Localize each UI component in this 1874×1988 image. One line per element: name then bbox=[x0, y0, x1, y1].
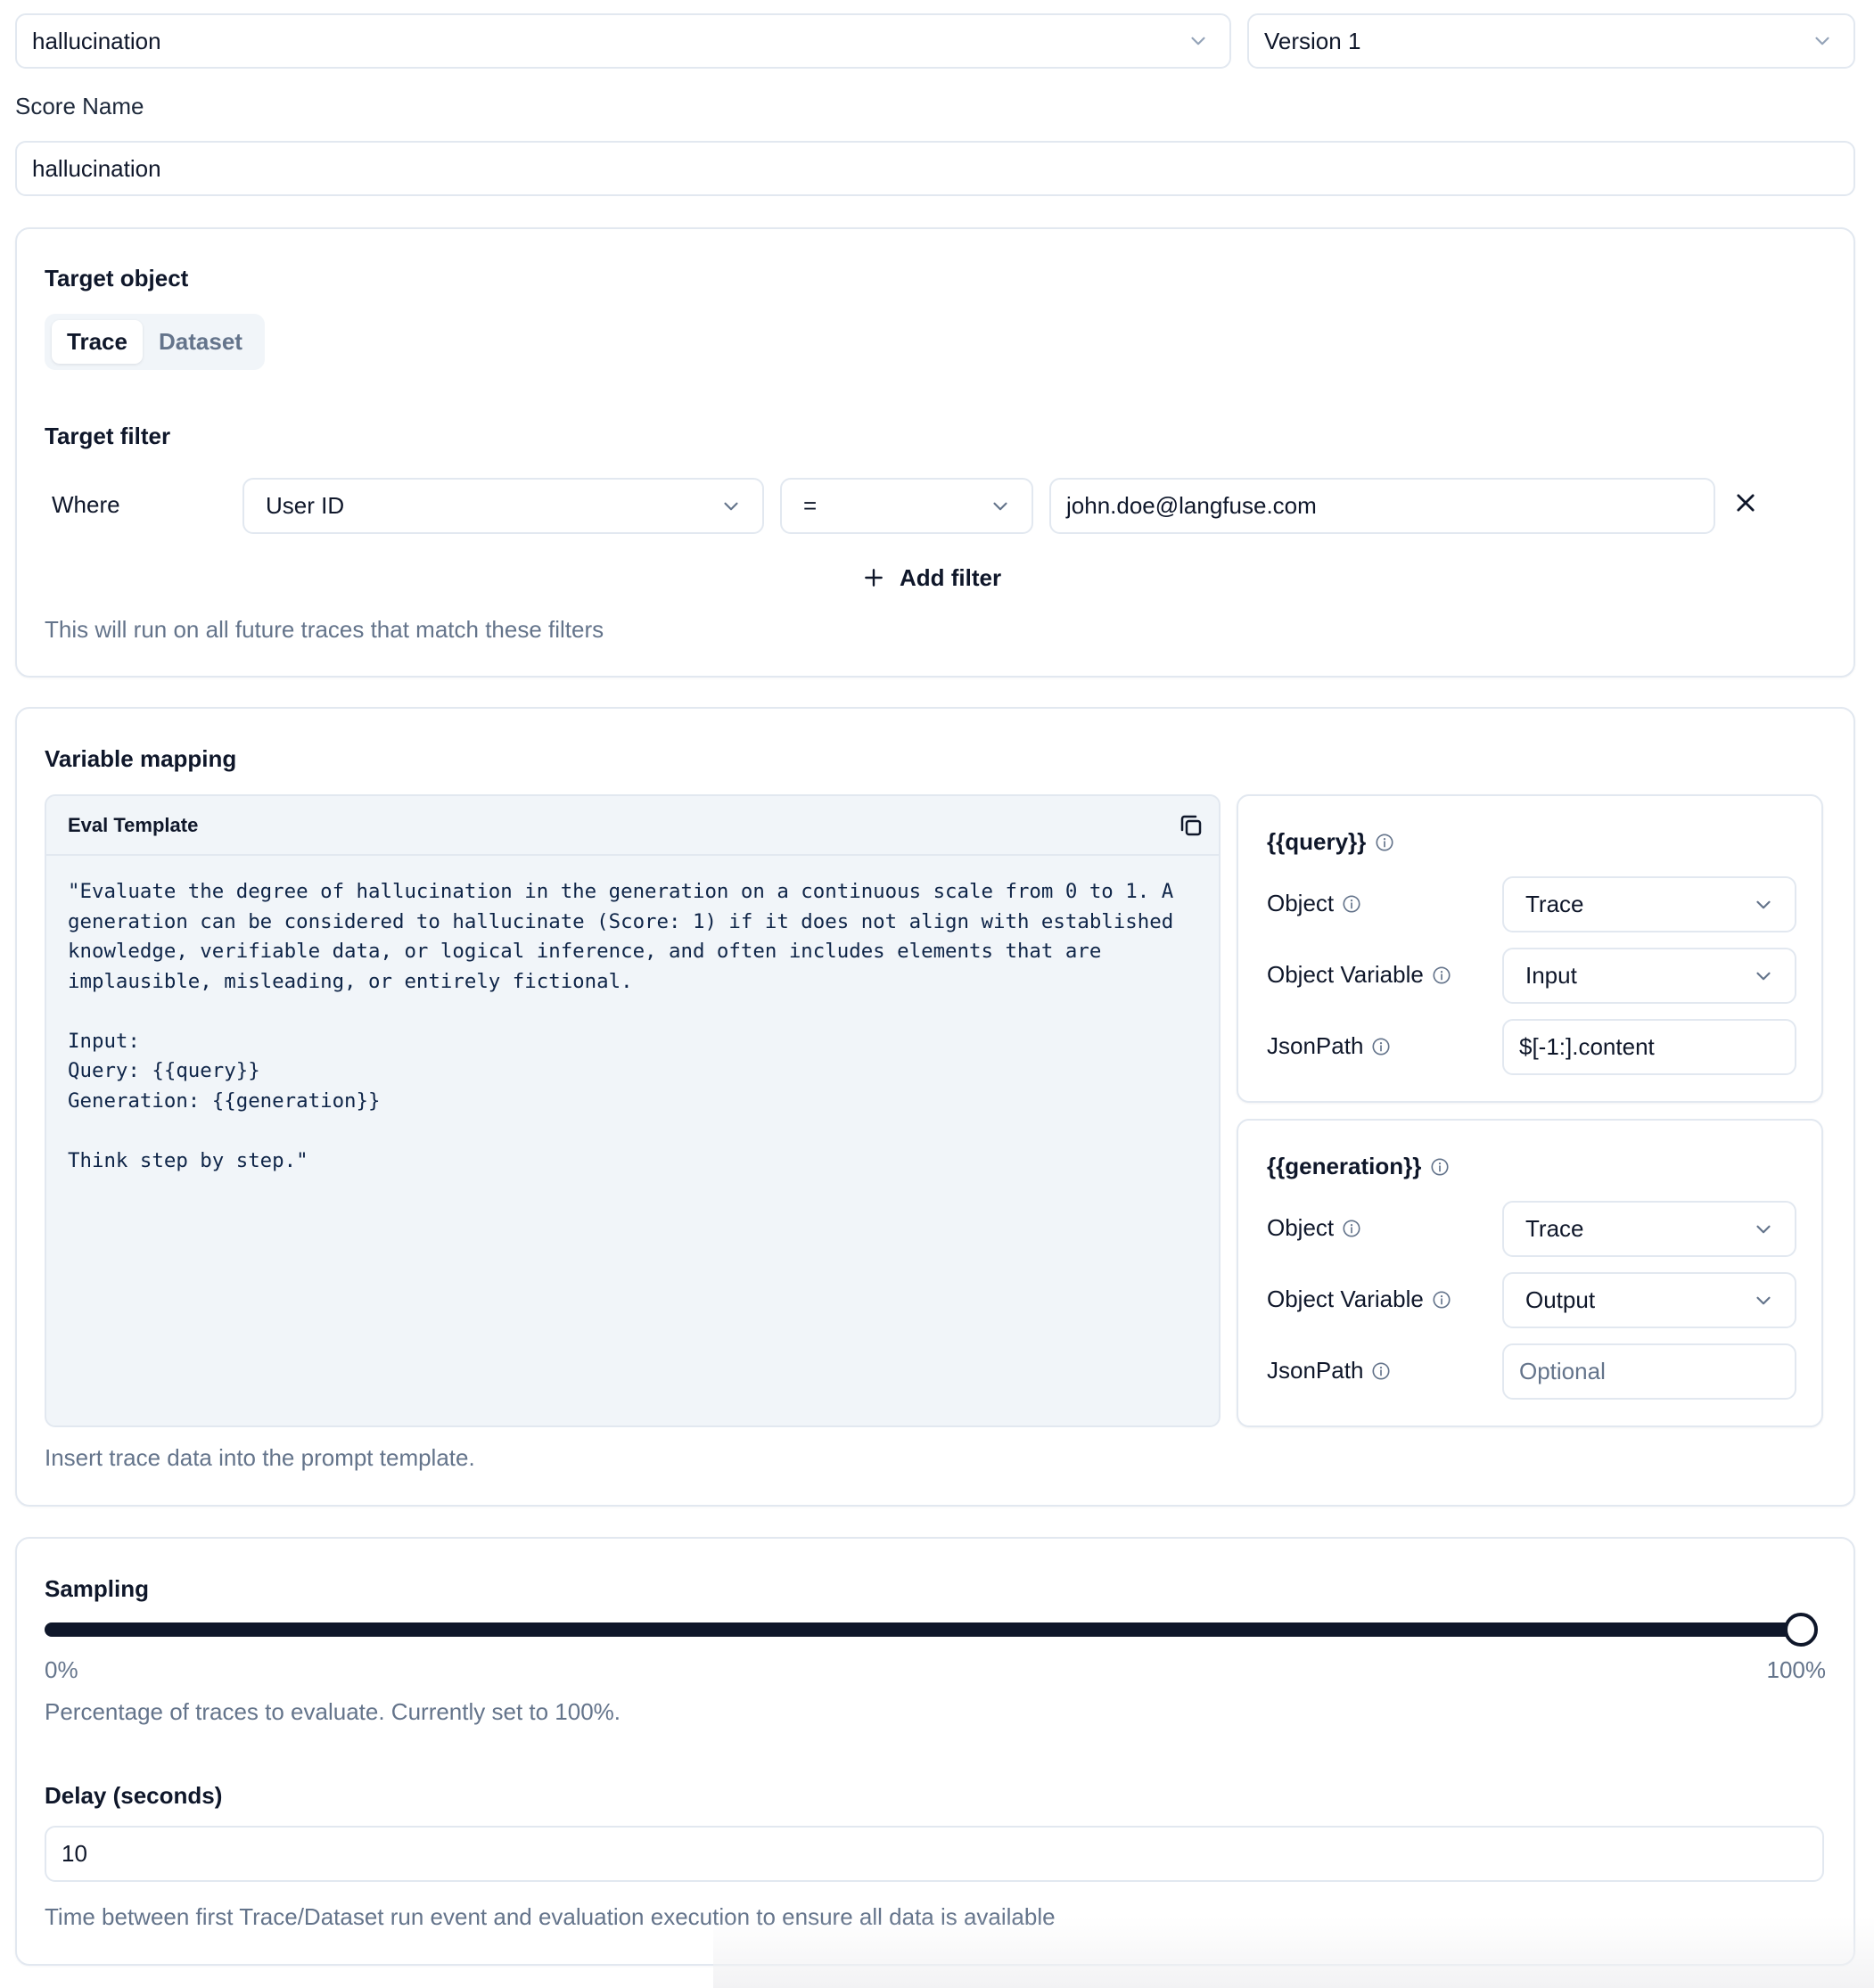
add-filter-label: Add filter bbox=[900, 563, 1002, 591]
jsonpath-value: $[-1:].content bbox=[1519, 1033, 1655, 1060]
target-card bbox=[15, 227, 1855, 678]
object-variable-select-value: Input bbox=[1525, 962, 1577, 989]
variable-card-query: {{query}} Object Trace Object Variable I… bbox=[1237, 794, 1823, 1103]
object-variable-label-text: Object Variable bbox=[1267, 1286, 1424, 1312]
info-icon[interactable] bbox=[1342, 1219, 1361, 1238]
filter-value: john.doe@langfuse.com bbox=[1066, 492, 1317, 519]
filter-column-value: User ID bbox=[266, 492, 345, 519]
target-filter-helper: This will run on all future traces that … bbox=[45, 616, 604, 643]
sampling-slider-track[interactable] bbox=[45, 1622, 1808, 1637]
eval-template-select[interactable]: hallucination bbox=[15, 13, 1231, 69]
jsonpath-input[interactable]: Optional bbox=[1502, 1343, 1796, 1400]
chevron-down-icon bbox=[1756, 900, 1771, 908]
jsonpath-label-text: JsonPath bbox=[1267, 1032, 1364, 1059]
sampling-min-label: 0% bbox=[45, 1656, 78, 1683]
filter-operator-select[interactable]: = bbox=[780, 478, 1033, 534]
eval-template-select-value: hallucination bbox=[32, 27, 161, 54]
score-name-value: hallucination bbox=[32, 154, 161, 182]
variable-card-generation: {{generation}} Object Trace Object Varia… bbox=[1237, 1119, 1823, 1427]
jsonpath-placeholder: Optional bbox=[1519, 1358, 1606, 1384]
object-label-text: Object bbox=[1267, 1214, 1335, 1241]
object-label: Object bbox=[1267, 890, 1361, 917]
variable-mapping-helper: Insert trace data into the prompt templa… bbox=[45, 1444, 475, 1471]
delay-helper: Time between first Trace/Dataset run eve… bbox=[45, 1903, 1056, 1930]
info-icon[interactable] bbox=[1432, 965, 1451, 985]
object-select[interactable]: Trace bbox=[1502, 1201, 1796, 1257]
add-filter-button[interactable]: Add filter bbox=[862, 560, 1001, 596]
chevron-down-icon bbox=[1815, 37, 1829, 45]
target-object-label: Target object bbox=[45, 265, 189, 292]
sampling-title: Sampling bbox=[45, 1575, 150, 1602]
plus-icon bbox=[865, 569, 883, 587]
target-filter-label: Target filter bbox=[45, 423, 171, 449]
delay-value: 10 bbox=[62, 1840, 87, 1867]
info-icon[interactable] bbox=[1375, 833, 1394, 852]
variable-name: {{generation}} bbox=[1267, 1153, 1450, 1180]
jsonpath-label: JsonPath bbox=[1267, 1357, 1391, 1384]
info-icon[interactable] bbox=[1342, 894, 1361, 914]
variable-mapping-title: Variable mapping bbox=[45, 745, 237, 772]
object-variable-select[interactable]: Output bbox=[1502, 1272, 1796, 1328]
delay-input[interactable]: 10 bbox=[45, 1826, 1824, 1882]
remove-filter-icon[interactable] bbox=[1733, 490, 1758, 515]
chevron-down-icon bbox=[1756, 1296, 1771, 1304]
info-icon[interactable] bbox=[1430, 1157, 1450, 1177]
score-name-label: Score Name bbox=[15, 93, 144, 119]
sampling-slider-thumb[interactable] bbox=[1784, 1613, 1818, 1647]
copy-icon[interactable] bbox=[1178, 812, 1204, 839]
object-variable-label: Object Variable bbox=[1267, 961, 1451, 989]
info-icon[interactable] bbox=[1371, 1037, 1391, 1056]
sampling-helper: Percentage of traces to evaluate. Curren… bbox=[45, 1698, 621, 1725]
filter-value-input[interactable]: john.doe@langfuse.com bbox=[1049, 478, 1715, 534]
tab-trace[interactable]: Trace bbox=[52, 320, 143, 364]
eval-template-box: Eval Template "Evaluate the degree of ha… bbox=[45, 794, 1221, 1427]
eval-template-header: Eval Template bbox=[46, 796, 1219, 856]
object-select[interactable]: Trace bbox=[1502, 876, 1796, 932]
info-icon[interactable] bbox=[1371, 1361, 1391, 1381]
version-select-value: Version 1 bbox=[1264, 27, 1361, 54]
variable-name-text: {{generation}} bbox=[1267, 1153, 1422, 1179]
score-name-input[interactable]: hallucination bbox=[15, 141, 1855, 196]
sampling-card bbox=[15, 1537, 1855, 1966]
eval-template-body: "Evaluate the degree of hallucination in… bbox=[68, 880, 1174, 1172]
variable-name: {{query}} bbox=[1267, 828, 1394, 856]
jsonpath-label: JsonPath bbox=[1267, 1032, 1391, 1060]
object-select-value: Trace bbox=[1525, 891, 1584, 917]
filter-operator-value: = bbox=[803, 492, 818, 519]
sampling-slider-range bbox=[45, 1622, 1808, 1637]
object-select-value: Trace bbox=[1525, 1215, 1584, 1242]
chevron-down-icon bbox=[993, 502, 1007, 510]
object-label: Object bbox=[1267, 1214, 1361, 1242]
variable-name-text: {{query}} bbox=[1267, 828, 1367, 855]
version-select[interactable]: Version 1 bbox=[1247, 13, 1855, 69]
info-icon[interactable] bbox=[1432, 1290, 1451, 1310]
chevron-down-icon bbox=[1756, 972, 1771, 980]
object-variable-select[interactable]: Input bbox=[1502, 948, 1796, 1004]
eval-template-title: Eval Template bbox=[68, 813, 199, 836]
chevron-down-icon bbox=[1191, 37, 1205, 45]
object-variable-select-value: Output bbox=[1525, 1286, 1596, 1313]
chevron-down-icon bbox=[724, 502, 738, 510]
object-label-text: Object bbox=[1267, 890, 1335, 916]
tab-dataset[interactable]: Dataset bbox=[146, 320, 255, 364]
sampling-max-label: 100% bbox=[1766, 1656, 1827, 1683]
chevron-down-icon bbox=[1756, 1225, 1771, 1233]
object-variable-label-text: Object Variable bbox=[1267, 961, 1424, 988]
filter-where-label: Where bbox=[52, 491, 120, 518]
eval-config-form: hallucination Version 1 Score Name hallu… bbox=[0, 0, 1874, 1988]
object-variable-label: Object Variable bbox=[1267, 1286, 1451, 1313]
filter-column-select[interactable]: User ID bbox=[242, 478, 764, 534]
delay-label: Delay (seconds) bbox=[45, 1782, 223, 1809]
jsonpath-input[interactable]: $[-1:].content bbox=[1502, 1019, 1796, 1075]
jsonpath-label-text: JsonPath bbox=[1267, 1357, 1364, 1384]
target-object-tabs: Trace Dataset bbox=[45, 314, 265, 370]
